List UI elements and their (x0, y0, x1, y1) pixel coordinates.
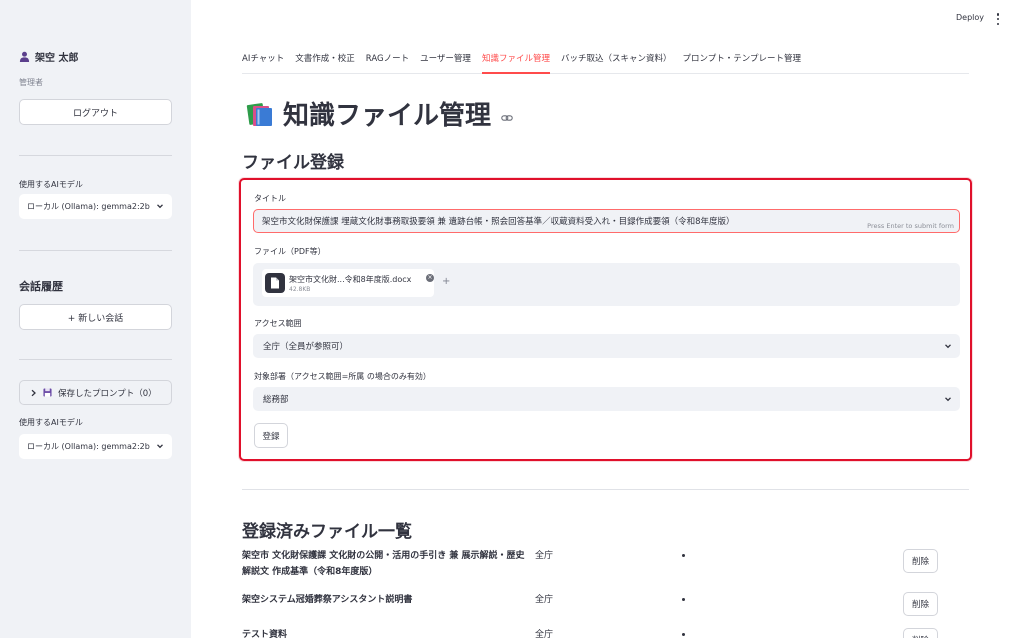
section-divider (242, 489, 969, 490)
title-label: タイトル (254, 194, 286, 203)
enter-hint: Press Enter to submit form (867, 222, 954, 230)
department-select-value: 総務部 (263, 395, 289, 405)
tab-batch-import[interactable]: バッチ取込（スキャン資料） (561, 52, 672, 74)
user-role: 管理者 (19, 78, 43, 87)
delete-button[interactable]: 削除 (903, 628, 938, 638)
model-select[interactable]: ローカル (Ollama): gemma2:2b (19, 194, 172, 219)
access-label: アクセス範囲 (254, 319, 302, 328)
saved-prompts-expander[interactable]: 保存したプロンプト（0） (19, 380, 172, 405)
chevron-down-icon (945, 397, 951, 402)
sidebar-divider (19, 359, 172, 360)
file-register-form: タイトル 架空市文化財保護課 埋蔵文化財事務取扱要領 兼 遺跡台帳・照会回答基準… (239, 178, 972, 461)
uploaded-file-card: 架空市文化財...令和8年度版.docx 42.8KB × (262, 269, 434, 297)
file-row-bullet (682, 633, 685, 636)
department-label: 対象部署（アクセス範囲=所属 の場合のみ有効） (254, 372, 431, 381)
file-row-bullet (682, 598, 685, 601)
user-info: 架空 太郎 (19, 49, 78, 64)
file-icon (265, 273, 285, 293)
chevron-down-icon (945, 344, 951, 349)
tab-bar: AIチャット 文書作成・校正 RAGノート ユーザー管理 知識ファイル管理 バッ… (242, 52, 969, 74)
model-label: 使用するAIモデル (19, 180, 83, 189)
sidebar: 架空 太郎 管理者 ログアウト 使用するAIモデル ローカル (Ollama):… (0, 0, 191, 638)
access-select-value: 全庁（全員が参照可） (263, 342, 349, 352)
title-input[interactable]: 架空市文化財保護課 埋蔵文化財事務取扱要領 兼 遺跡台帳・照会回答基準／収蔵資料… (253, 209, 960, 233)
file-label: ファイル（PDF等） (254, 247, 326, 256)
tab-knowledge-files[interactable]: 知識ファイル管理 (481, 52, 550, 74)
file-name: 架空市文化財...令和8年度版.docx (289, 275, 412, 284)
tab-user-management[interactable]: ユーザー管理 (420, 52, 471, 74)
title-input-value: 架空市文化財保護課 埋蔵文化財事務取扱要領 兼 遺跡台帳・照会回答基準／収蔵資料… (262, 217, 735, 227)
add-file-icon[interactable]: + (442, 276, 450, 287)
user-icon (19, 51, 30, 62)
model-select[interactable]: ローカル (Ollama): gemma2:2b (19, 434, 172, 459)
page-title: 知識ファイル管理 (245, 95, 513, 132)
delete-button[interactable]: 削除 (903, 592, 938, 616)
deploy-button[interactable]: Deploy (956, 13, 984, 22)
file-row-bullet (682, 554, 685, 557)
file-row-name: 架空システム冠婚葬祭アシスタント説明書 (242, 595, 413, 605)
more-menu-icon[interactable] (995, 13, 1001, 25)
delete-button[interactable]: 削除 (903, 549, 938, 573)
file-row-access: 全庁 (535, 595, 554, 605)
model-select-value: ローカル (Ollama): gemma2:2b (27, 442, 150, 451)
file-list-title: 登録済みファイル一覧 (242, 522, 412, 542)
chevron-right-icon (31, 389, 36, 396)
access-select[interactable]: 全庁（全員が参照可） (253, 334, 960, 358)
user-name: 架空 太郎 (35, 53, 79, 64)
file-row-name: テスト資料 (242, 630, 288, 638)
books-icon (246, 102, 272, 126)
file-dropzone[interactable]: 架空市文化財...令和8年度版.docx 42.8KB × + (253, 263, 960, 306)
sidebar-divider (19, 250, 172, 251)
file-row-access: 全庁 (535, 630, 554, 638)
register-button[interactable]: 登録 (254, 423, 288, 448)
model-label: 使用するAIモデル (19, 418, 83, 427)
floppy-disk-icon (43, 388, 52, 397)
sidebar-divider (19, 155, 172, 156)
link-icon[interactable] (501, 112, 513, 124)
model-select-value: ローカル (Ollama): gemma2:2b (27, 202, 150, 211)
tab-rag-note[interactable]: RAGノート (366, 52, 409, 74)
history-heading: 会話履歴 (19, 280, 63, 293)
page-title-text: 知識ファイル管理 (283, 101, 492, 131)
file-row-access: 全庁 (535, 551, 554, 561)
remove-file-icon[interactable]: × (426, 274, 434, 282)
chevron-down-icon (157, 204, 163, 209)
new-chat-button[interactable]: + 新しい会話 (19, 304, 172, 330)
tab-prompt-templates[interactable]: プロンプト・テンプレート管理 (682, 52, 801, 74)
file-row-name: 架空市 文化財保護課 文化財の公開・活用の手引き 兼 展示解説・歴史解説文 作成… (242, 551, 525, 577)
department-select[interactable]: 総務部 (253, 387, 960, 411)
tab-ai-chat[interactable]: AIチャット (242, 52, 284, 74)
chevron-down-icon (157, 444, 163, 449)
file-size: 42.8KB (289, 286, 311, 293)
tab-document-editing[interactable]: 文書作成・校正 (295, 52, 355, 74)
logout-button[interactable]: ログアウト (19, 99, 172, 125)
section-title: ファイル登録 (242, 153, 344, 173)
saved-prompts-label: 保存したプロンプト（0） (58, 388, 157, 399)
